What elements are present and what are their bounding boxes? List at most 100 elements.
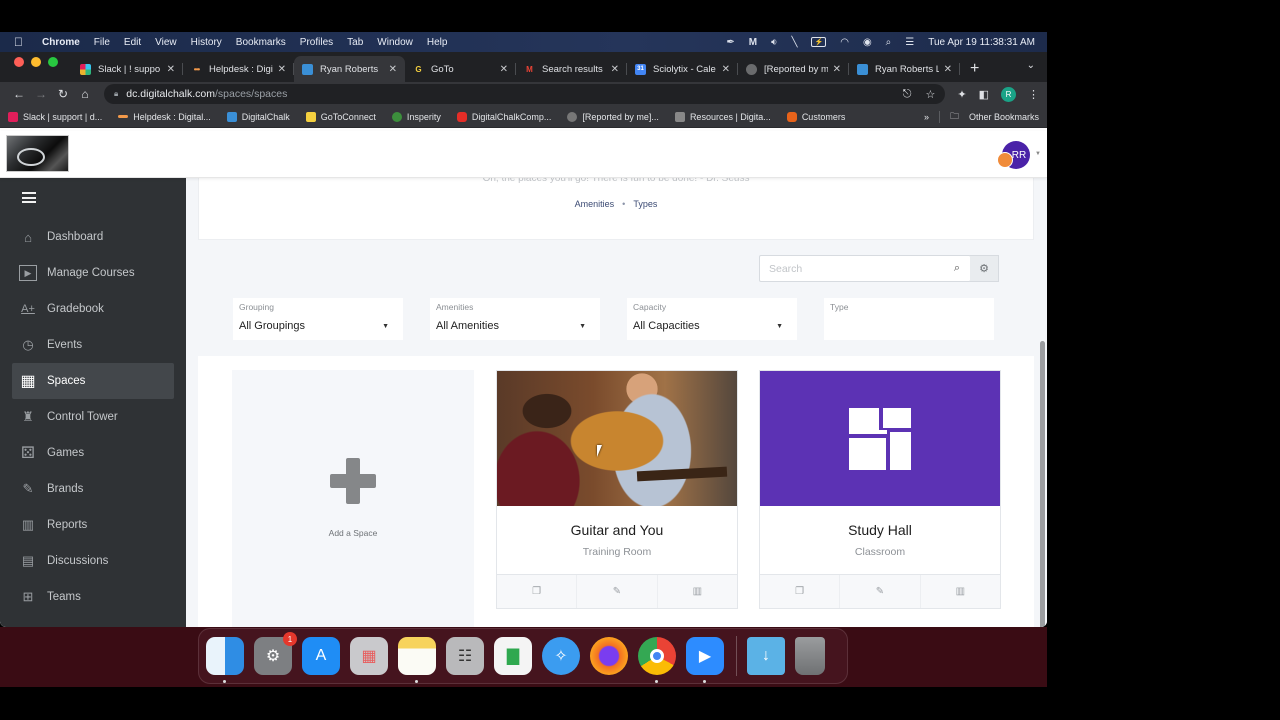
spotlight-search-icon[interactable]: ⌕ <box>886 37 892 48</box>
sidebar-item-manage-courses[interactable]: ▶ Manage Courses <box>12 255 174 291</box>
amenities-link[interactable]: Amenities <box>575 199 615 209</box>
bookmark-customers[interactable]: Customers <box>786 111 845 122</box>
search-icon[interactable]: ⌕ <box>944 262 970 275</box>
search-input[interactable] <box>760 256 944 281</box>
close-tab-icon[interactable]: ✕ <box>389 64 397 75</box>
close-tab-icon[interactable]: ✕ <box>167 64 175 75</box>
volume-icon[interactable]: 🔉︎ <box>771 37 777 48</box>
close-tab-icon[interactable]: ✕ <box>611 64 619 75</box>
firefox-icon[interactable] <box>590 637 628 675</box>
menu-window[interactable]: Window <box>377 37 413 48</box>
bookmark-insperity[interactable]: Insperity <box>391 111 441 122</box>
sidebar-item-reports[interactable]: ▥ Reports <box>12 507 174 543</box>
tab-goto[interactable]: G GoTo ✕ <box>405 56 516 82</box>
bookmark-reported[interactable]: [Reported by me]... <box>567 111 659 122</box>
settings-gear-button[interactable]: ⚙ <box>970 255 999 282</box>
bookmark-gotoconnect[interactable]: GoToConnect <box>305 111 376 122</box>
type-select[interactable]: Type <box>824 298 994 340</box>
types-link[interactable]: Types <box>633 199 657 209</box>
minimize-window-button[interactable] <box>31 56 41 67</box>
notes-icon[interactable] <box>398 637 436 683</box>
numbers-icon[interactable]: ▇ <box>494 637 532 675</box>
battery-icon[interactable]: ⚡ <box>811 37 827 47</box>
tab-calendar[interactable]: 31 Sciolytix - Cale ✕ <box>627 56 738 82</box>
other-bookmarks[interactable]: Other Bookmarks <box>969 112 1039 122</box>
apple-icon[interactable]:  <box>14 35 28 49</box>
sidebar-item-teams[interactable]: ⊞ Teams <box>12 579 174 615</box>
copy-button[interactable]: ❐ <box>497 575 578 608</box>
tab-slack[interactable]: Slack | ! suppo ✕ <box>72 56 183 82</box>
clock[interactable]: Tue Apr 19 11:38:31 AM <box>928 37 1035 48</box>
feather-icon[interactable]: ✒ <box>726 37 734 48</box>
malwarebytes-icon[interactable]: M <box>749 37 757 48</box>
tab-helpdesk[interactable]: ••• Helpdesk : Digi ✕ <box>183 56 294 82</box>
user-switch-icon[interactable]: ◉ <box>863 37 872 48</box>
zoom-icon[interactable]: ▶ <box>686 637 724 683</box>
delete-button[interactable]: ▥ <box>921 575 1000 608</box>
tab-gmail[interactable]: M Search results ✕ <box>516 56 627 82</box>
bookmark-star-icon[interactable]: ☆ <box>926 88 936 101</box>
sidebar-item-discussions[interactable]: ▤ Discussions <box>12 543 174 579</box>
forward-button[interactable]: → <box>30 87 52 101</box>
close-tab-icon[interactable]: ✕ <box>944 64 952 75</box>
profile-avatar[interactable]: R <box>1001 86 1016 102</box>
new-tab-button[interactable]: + <box>970 60 979 78</box>
delete-button[interactable]: ▥ <box>658 575 737 608</box>
menu-file[interactable]: File <box>94 37 110 48</box>
wifi-icon[interactable]: ◠ <box>840 37 849 48</box>
side-panel-icon[interactable]: ◧ <box>979 88 989 101</box>
sidebar-item-dashboard[interactable]: ⌂ Dashboard <box>12 219 174 255</box>
hamburger-menu-icon[interactable] <box>22 192 36 203</box>
sidebar-item-brands[interactable]: ✎ Brands <box>12 471 174 507</box>
chrome-icon[interactable] <box>638 637 676 683</box>
tab-ryan-roberts-active[interactable]: Ryan Roberts ✕ <box>294 56 405 82</box>
tab-ryan-roberts-2[interactable]: Ryan Roberts L ✕ <box>849 56 960 82</box>
menu-tab[interactable]: Tab <box>347 37 363 48</box>
menu-edit[interactable]: Edit <box>124 37 141 48</box>
home-button[interactable]: ⌂ <box>74 87 96 101</box>
space-card[interactable]: Guitar and You Training Room ❐ ✎ ▥ <box>496 370 738 609</box>
tab-reported[interactable]: [Reported by m ✕ <box>738 56 849 82</box>
safari-icon[interactable]: ✧ <box>542 637 580 675</box>
copy-button[interactable]: ❐ <box>760 575 841 608</box>
zoom-window-button[interactable] <box>48 56 58 67</box>
menu-chrome[interactable]: Chrome <box>42 37 80 48</box>
reload-button[interactable]: ↻ <box>52 87 74 101</box>
address-bar[interactable]: 🔒︎ dc.digitalchalk.com/spaces/spaces ⎋ ☆ <box>104 84 946 104</box>
grouping-select[interactable]: Grouping All Groupings ▼ <box>233 298 403 340</box>
lock-icon[interactable]: 🔒︎ <box>114 89 118 99</box>
add-space-card[interactable]: Add a Space <box>232 370 474 627</box>
app-store-icon[interactable]: A <box>302 637 340 675</box>
trash-icon[interactable] <box>795 637 825 675</box>
back-button[interactable]: ← <box>8 87 30 101</box>
sidebar-item-games[interactable]: ⚄ Games <box>12 435 174 471</box>
bookmarks-overflow-button[interactable]: » <box>924 112 929 122</box>
caret-down-icon[interactable]: ▼ <box>1035 151 1041 157</box>
close-window-button[interactable] <box>14 56 24 67</box>
extensions-puzzle-icon[interactable]: ✦ <box>957 88 966 101</box>
amenities-select[interactable]: Amenities All Amenities ▼ <box>430 298 600 340</box>
page-scrollbar[interactable] <box>1040 341 1045 627</box>
kebab-menu-icon[interactable]: ⋮ <box>1028 88 1039 101</box>
close-tab-icon[interactable]: ✕ <box>500 64 508 75</box>
menu-profiles[interactable]: Profiles <box>300 37 333 48</box>
bookmark-youtube[interactable]: DigitalChalkComp... <box>456 111 551 122</box>
share-icon[interactable]: ⎋ <box>903 88 912 101</box>
close-tab-icon[interactable]: ✕ <box>722 64 730 75</box>
menu-bookmarks[interactable]: Bookmarks <box>236 37 286 48</box>
edit-button[interactable]: ✎ <box>577 575 658 608</box>
menu-history[interactable]: History <box>191 37 222 48</box>
menu-view[interactable]: View <box>155 37 177 48</box>
close-tab-icon[interactable]: ✕ <box>278 64 286 75</box>
sidebar-item-events[interactable]: ◷ Events <box>12 327 174 363</box>
capacity-select[interactable]: Capacity All Capacities ▼ <box>627 298 797 340</box>
close-tab-icon[interactable]: ✕ <box>833 64 841 75</box>
sidebar-item-spaces[interactable]: ▦ Spaces <box>12 363 174 399</box>
space-card[interactable]: Study Hall Classroom ❐ ✎ ▥ <box>759 370 1001 609</box>
sidebar-item-gradebook[interactable]: A+ Gradebook <box>12 291 174 327</box>
sidebar-item-control-tower[interactable]: ♜ Control Tower <box>12 399 174 435</box>
bookmark-helpdesk[interactable]: Helpdesk : Digital... <box>118 112 211 122</box>
bluetooth-off-icon[interactable]: ╲ <box>791 37 797 48</box>
control-center-icon[interactable]: ☰ <box>905 37 914 48</box>
bookmark-slack[interactable]: Slack | support | d... <box>8 111 102 122</box>
